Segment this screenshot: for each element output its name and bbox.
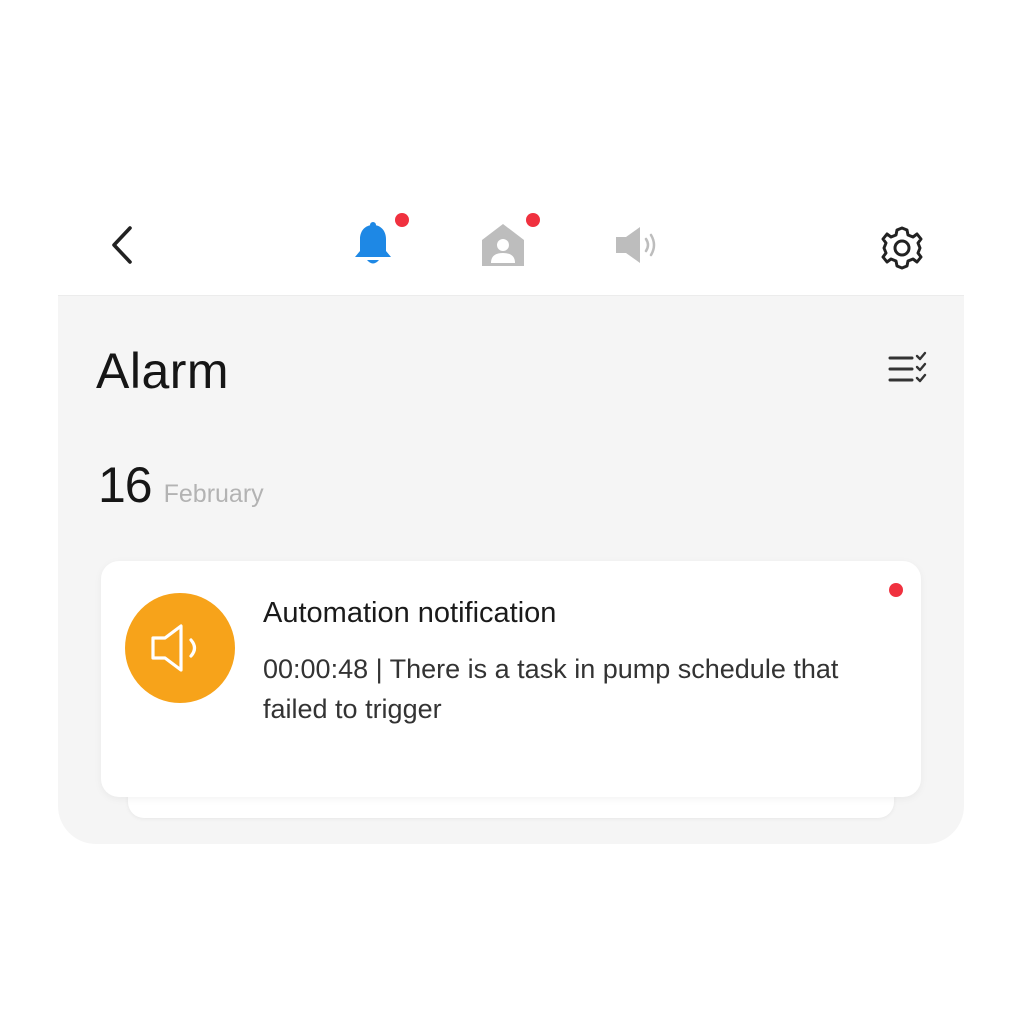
mark-all-read-button[interactable]	[884, 350, 932, 390]
list-check-icon	[888, 351, 927, 383]
alarm-unread-dot	[395, 213, 409, 227]
alarm-page: Alarm 16 February Automation notificatio…	[0, 0, 1024, 1024]
top-navigation-bar	[58, 200, 964, 295]
stacked-card-edge	[128, 794, 894, 818]
date-month: February	[163, 480, 264, 508]
home-unread-dot	[526, 213, 540, 227]
page-title: Alarm	[96, 343, 230, 399]
speaker-icon	[151, 624, 197, 672]
message-card[interactable]: Automation notification 00:00:48 | There…	[101, 561, 921, 797]
date-header: 16 February	[98, 456, 264, 514]
back-button[interactable]	[98, 220, 148, 270]
bell-icon	[355, 222, 391, 264]
tab-notifications[interactable]	[606, 215, 666, 275]
settings-button[interactable]	[874, 220, 930, 276]
gear-icon	[881, 226, 923, 270]
message-body: 00:00:48 | There is a task in pump sched…	[263, 654, 839, 724]
chevron-left-icon	[112, 226, 132, 264]
speaker-icon	[616, 227, 656, 263]
message-avatar	[125, 593, 235, 703]
messages-panel: Alarm 16 February Automation notificatio…	[58, 295, 964, 844]
message-unread-dot	[889, 583, 903, 597]
tab-home-messages[interactable]	[473, 213, 540, 275]
home-person-icon	[482, 224, 524, 266]
message-title: Automation notification	[263, 597, 557, 629]
tab-alarm[interactable]	[343, 213, 409, 275]
date-day: 16	[98, 457, 153, 513]
